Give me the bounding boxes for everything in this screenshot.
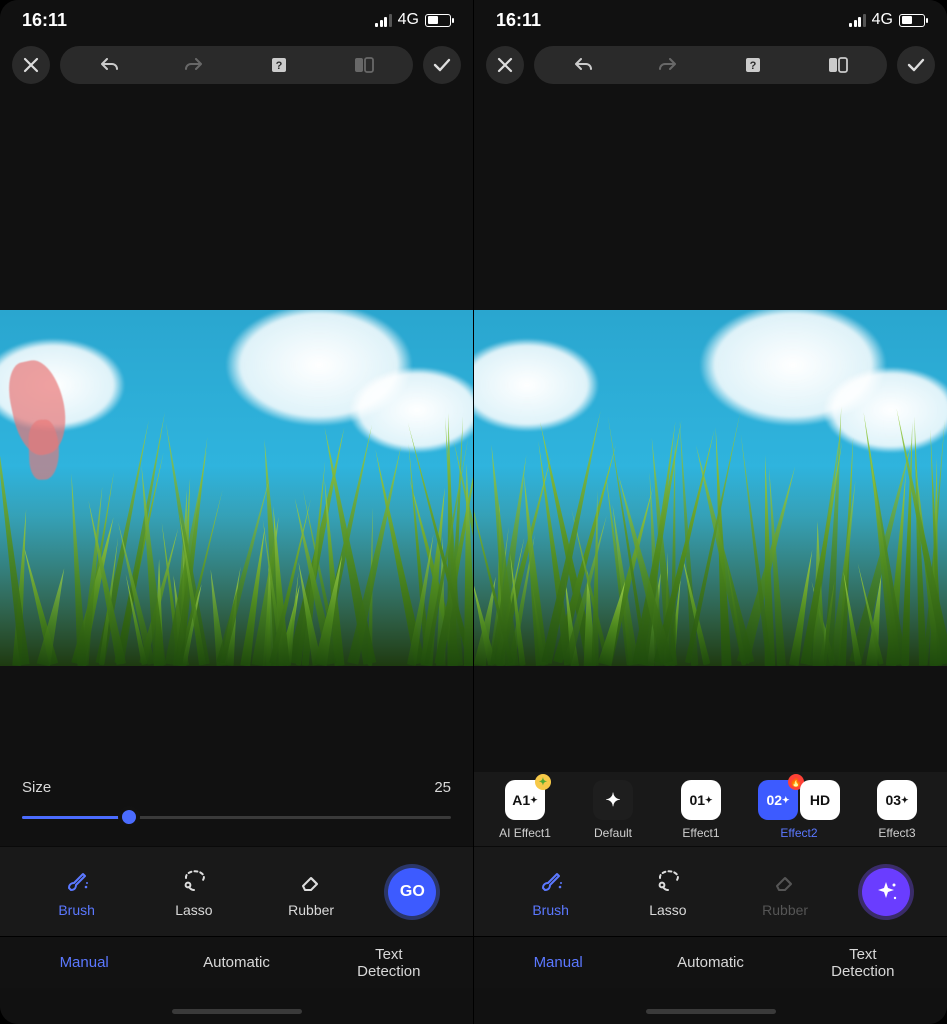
close-button[interactable] xyxy=(12,46,50,84)
effect-tile: 03✦ xyxy=(877,780,917,820)
top-toolbar: ? xyxy=(0,40,473,90)
battery-icon xyxy=(899,14,925,27)
top-toolbar: ? xyxy=(474,40,947,90)
undo-button[interactable] xyxy=(93,55,125,75)
tool-row: Brush Lasso Rubber xyxy=(474,846,947,936)
rubber-tool: Rubber xyxy=(745,866,825,918)
redo-icon xyxy=(657,55,679,75)
cloud xyxy=(796,350,947,470)
home-indicator[interactable] xyxy=(646,1009,776,1014)
effect-tile: 02✦🔥 xyxy=(758,780,798,820)
close-button[interactable] xyxy=(486,46,524,84)
lasso-tool[interactable]: Lasso xyxy=(628,866,708,918)
cloud xyxy=(474,320,627,450)
undo-icon xyxy=(98,55,120,75)
undo-icon xyxy=(572,55,594,75)
tab-automatic[interactable]: Automatic xyxy=(160,954,312,971)
signal-icon xyxy=(375,14,392,27)
sparkle-icon xyxy=(873,879,899,905)
redo-button[interactable] xyxy=(178,55,210,75)
tool-row: Brush Lasso Rubber GO xyxy=(0,846,473,936)
effect-1[interactable]: 01✦ Effect1 xyxy=(672,780,730,840)
brush-icon xyxy=(537,866,565,894)
eraser-icon xyxy=(771,866,799,894)
effect-tile: ✦ xyxy=(593,780,633,820)
apply-effect-button[interactable] xyxy=(862,868,910,916)
rubber-tool[interactable]: Rubber xyxy=(271,866,351,918)
help-button[interactable]: ? xyxy=(737,56,769,74)
confirm-button[interactable] xyxy=(423,46,461,84)
premium-badge-icon: ✦ xyxy=(535,774,551,790)
compare-button[interactable] xyxy=(348,56,380,74)
compare-button[interactable] xyxy=(822,56,854,74)
check-icon xyxy=(906,56,926,74)
compare-icon xyxy=(353,56,375,74)
history-bar: ? xyxy=(534,46,887,84)
help-icon: ? xyxy=(744,56,762,74)
image-canvas[interactable] xyxy=(474,310,947,666)
status-time: 16:11 xyxy=(22,10,67,31)
brush-tool[interactable]: Brush xyxy=(511,866,591,918)
effect-ai[interactable]: A1✦✦ AI Effect1 xyxy=(496,780,554,840)
help-icon: ? xyxy=(270,56,288,74)
editor-screen-1: 16:11 4G ? xyxy=(0,0,473,1024)
lasso-tool[interactable]: Lasso xyxy=(154,866,234,918)
history-bar: ? xyxy=(60,46,413,84)
effect-3[interactable]: 03✦ Effect3 xyxy=(868,780,926,840)
compare-icon xyxy=(827,56,849,74)
brush-icon xyxy=(63,866,91,894)
tab-manual[interactable]: Manual xyxy=(482,954,634,971)
go-label: GO xyxy=(400,883,425,901)
status-bar: 16:11 4G xyxy=(474,0,947,40)
effects-row[interactable]: A1✦✦ AI Effect1 ✦ Default 01✦ Effect1 02… xyxy=(474,772,947,846)
redo-button[interactable] xyxy=(652,55,684,75)
mode-tabs: Manual Automatic Text Detection xyxy=(474,936,947,988)
battery-icon xyxy=(425,14,451,27)
svg-text:?: ? xyxy=(750,60,757,72)
undo-button[interactable] xyxy=(567,55,599,75)
status-bar: 16:11 4G xyxy=(0,0,473,40)
confirm-button[interactable] xyxy=(897,46,935,84)
check-icon xyxy=(432,56,452,74)
effect-2[interactable]: 02✦🔥 HD Effect2 xyxy=(760,780,838,840)
brush-tool[interactable]: Brush xyxy=(37,866,117,918)
mode-tabs: Manual Automatic Text Detection xyxy=(0,936,473,988)
eraser-icon xyxy=(297,866,325,894)
editor-screen-2: 16:11 4G ? xyxy=(474,0,947,1024)
svg-text:?: ? xyxy=(276,60,283,72)
home-indicator[interactable] xyxy=(172,1009,302,1014)
status-time: 16:11 xyxy=(496,10,541,31)
tab-text-detection[interactable]: Text Detection xyxy=(787,946,939,980)
effect-tile: A1✦✦ xyxy=(505,780,545,820)
close-icon xyxy=(496,56,514,74)
close-icon xyxy=(22,56,40,74)
image-canvas[interactable] xyxy=(0,310,473,666)
redo-icon xyxy=(183,55,205,75)
effect-tile-hd: HD xyxy=(800,780,840,820)
sparkle-icon: ✦ xyxy=(605,790,620,811)
effect-default[interactable]: ✦ Default xyxy=(584,780,642,840)
status-network: 4G xyxy=(849,11,925,29)
signal-icon xyxy=(849,14,866,27)
tab-manual[interactable]: Manual xyxy=(8,954,160,971)
lasso-icon xyxy=(180,866,208,894)
status-network: 4G xyxy=(375,11,451,29)
go-button[interactable]: GO xyxy=(388,868,436,916)
size-label: Size xyxy=(22,779,51,796)
lasso-icon xyxy=(654,866,682,894)
effect-tile: 01✦ xyxy=(681,780,721,820)
help-button[interactable]: ? xyxy=(263,56,295,74)
size-value: 25 xyxy=(434,779,451,796)
tab-automatic[interactable]: Automatic xyxy=(634,954,786,971)
size-slider[interactable] xyxy=(22,808,451,826)
cloud xyxy=(322,350,473,470)
size-control: Size 25 xyxy=(0,767,473,846)
tab-text-detection[interactable]: Text Detection xyxy=(313,946,465,980)
